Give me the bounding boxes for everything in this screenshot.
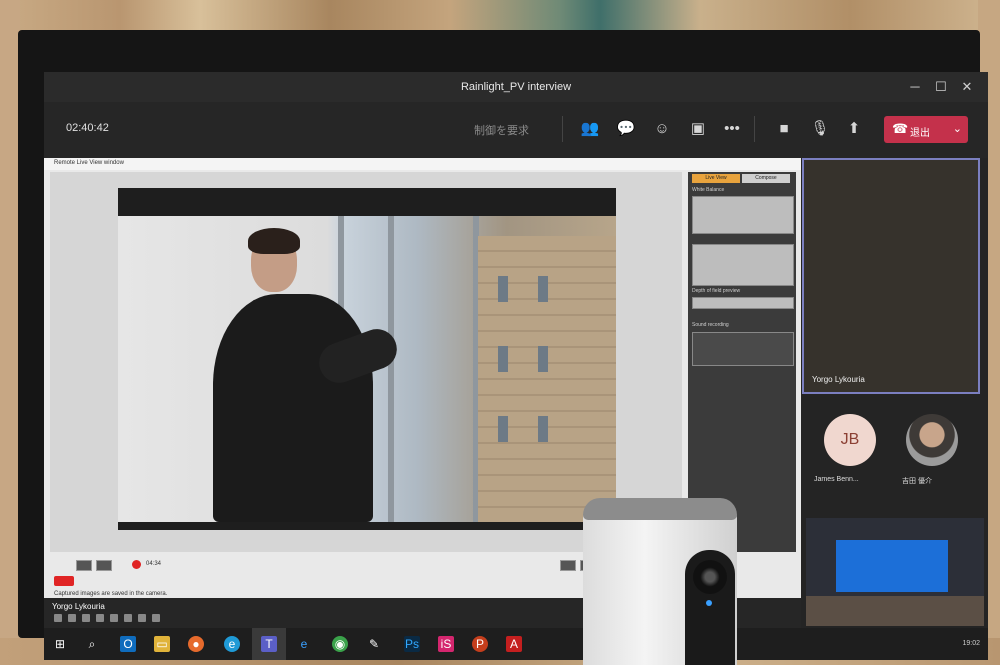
chrome-icon[interactable]: ◉ <box>332 636 348 652</box>
leave-label: 退出 <box>910 128 930 139</box>
outlook-icon[interactable]: O <box>120 636 136 652</box>
remote-window-titlebar: Remote Live View window <box>44 158 801 170</box>
windows-taskbar: ⊞ ⌕ O ▭ ● e T e ◉ ✎ Ps iS P A 19:02 <box>44 628 988 660</box>
teams-meeting-window: Rainlight_PV interview ─ ☐ ✕ 02:40:42 制御… <box>44 72 988 660</box>
live-view-area <box>50 172 682 552</box>
app-icon <box>152 614 160 622</box>
app-icon <box>54 614 62 622</box>
toolbar-divider <box>754 116 755 142</box>
close-icon[interactable]: ✕ <box>956 78 978 96</box>
stop-button[interactable] <box>54 576 74 586</box>
white-balance-label: White Balance <box>692 187 725 193</box>
search-icon[interactable]: ⌕ <box>84 636 100 652</box>
presenter-name: Yorgo Lykouria <box>52 602 105 611</box>
minimize-icon[interactable]: ─ <box>904 78 926 96</box>
camera-lens <box>693 560 727 594</box>
title-bar: Rainlight_PV interview ─ ☐ ✕ <box>44 72 988 102</box>
white-balance-controls[interactable] <box>692 196 794 234</box>
background-wall-left <box>0 0 20 665</box>
edge-icon[interactable]: e <box>224 636 240 652</box>
app-icon <box>96 614 104 622</box>
camera-settings-panel: Live View Compose White Balance Depth of… <box>688 172 796 552</box>
app-icon <box>68 614 76 622</box>
avatar[interactable]: JB <box>824 414 876 466</box>
building-window <box>538 416 548 442</box>
people-icon[interactable]: 👥 <box>578 117 602 141</box>
view-option-icon[interactable] <box>560 560 576 571</box>
windows-start-icon[interactable]: ⊞ <box>52 636 68 652</box>
tab-compose[interactable]: Compose <box>742 174 790 183</box>
conference-table <box>806 596 984 626</box>
phone-icon: ☎ <box>892 121 909 136</box>
participant-name: 吉田 優介 <box>902 478 932 485</box>
participant-name: Yorgo Lykouria <box>812 375 865 384</box>
acrobat-icon[interactable]: A <box>506 636 522 652</box>
remote-window-title: Remote Live View window <box>54 160 124 166</box>
building-window <box>538 346 548 372</box>
interviewee-body <box>213 294 373 522</box>
focus-controls[interactable] <box>692 244 794 286</box>
rooms-icon[interactable]: ▣ <box>686 117 710 141</box>
app-icon <box>138 614 146 622</box>
self-video-preview[interactable] <box>806 518 984 626</box>
file-explorer-icon[interactable]: ▭ <box>154 636 170 652</box>
saved-images-note: Captured images are saved in the camera. <box>54 591 168 597</box>
app-icon <box>124 614 132 622</box>
window-mullion <box>388 216 394 522</box>
indesign-icon[interactable]: iS <box>438 636 454 652</box>
building-facade <box>478 236 616 522</box>
record-icon[interactable] <box>132 560 141 569</box>
window-title: Rainlight_PV interview <box>460 81 572 93</box>
participant-name: James Benn... <box>814 476 859 483</box>
monitor: Rainlight_PV interview ─ ☐ ✕ 02:40:42 制御… <box>18 30 988 660</box>
zoom-icon[interactable] <box>96 560 112 571</box>
request-control-button[interactable]: 制御を要求 <box>474 122 529 138</box>
depth-of-field-button[interactable] <box>692 297 794 309</box>
internet-explorer-icon[interactable]: e <box>296 636 312 652</box>
mic-muted-icon[interactable]: 🎙 <box>808 117 832 141</box>
depth-of-field-label: Depth of field preview <box>692 288 741 294</box>
teams-icon[interactable]: T <box>261 636 277 652</box>
camera-icon[interactable]: ■ <box>772 117 796 141</box>
video-letterbox-top <box>118 188 616 216</box>
meeting-toolbar: 02:40:42 制御を要求 👥 💬 ☺ ▣ ••• ■ 🎙 ⬆ ☎ 退出 ⌄ <box>44 102 988 158</box>
camera-status-led <box>706 600 712 606</box>
building-window <box>498 416 508 442</box>
sound-recording-label: Sound recording <box>692 322 729 328</box>
live-video-frame <box>118 216 616 522</box>
share-icon[interactable]: ⬆ <box>842 117 866 141</box>
firefox-icon[interactable]: ● <box>188 636 204 652</box>
chevron-down-icon[interactable]: ⌄ <box>953 122 962 135</box>
participant-tile-large[interactable]: Yorgo Lykouria <box>802 158 980 394</box>
building-window <box>498 276 508 302</box>
more-options-icon[interactable]: ••• <box>720 117 744 141</box>
conference-camera-device <box>583 498 737 665</box>
app-icon <box>110 614 118 622</box>
record-time: 04:34 <box>146 561 162 567</box>
interviewee-hair <box>248 228 300 254</box>
photoshop-icon[interactable]: Ps <box>404 636 420 652</box>
meeting-timer: 02:40:42 <box>66 122 109 134</box>
sound-level-meter[interactable] <box>692 332 794 366</box>
taskbar-clock: 19:02 <box>962 640 980 647</box>
tab-live-view[interactable]: Live View <box>692 174 740 183</box>
grid-icon[interactable] <box>76 560 92 571</box>
building-window <box>538 276 548 302</box>
maximize-icon[interactable]: ☐ <box>930 78 952 96</box>
camera-top-cap <box>583 498 737 520</box>
building-window <box>498 346 508 372</box>
avatar[interactable] <box>906 414 958 466</box>
toolbar-divider <box>562 116 563 142</box>
video-letterbox-bottom <box>118 522 616 530</box>
conference-room-screen <box>836 540 948 592</box>
powerpoint-icon[interactable]: P <box>472 636 488 652</box>
paint-icon[interactable]: ✎ <box>366 636 382 652</box>
chat-icon[interactable]: 💬 <box>614 117 638 141</box>
reactions-icon[interactable]: ☺ <box>650 117 674 141</box>
app-icon <box>82 614 90 622</box>
background-bookshelf <box>0 0 1000 30</box>
leave-button[interactable]: ☎ 退出 ⌄ <box>884 116 968 143</box>
